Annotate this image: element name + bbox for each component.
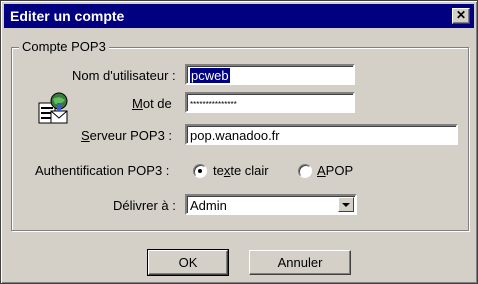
cancel-button[interactable]: Annuler xyxy=(249,250,351,275)
window-title: Editer un compte xyxy=(10,8,125,24)
server-value: pop.wanadoo.fr xyxy=(190,128,280,143)
password-label-rest: ot de xyxy=(142,96,172,111)
group-legend: Compte POP3 xyxy=(19,39,109,54)
close-button[interactable]: ✕ xyxy=(452,8,470,24)
password-label: Mot de xyxy=(132,96,172,111)
auth-label: Authentification POP3 : xyxy=(35,163,170,178)
edit-account-dialog: Editer un compte ✕ Compte POP3 Nom d'uti… xyxy=(0,0,478,284)
deliver-select[interactable]: Admin xyxy=(185,194,357,215)
ok-button[interactable]: OK xyxy=(147,249,229,276)
password-value: *************** xyxy=(190,100,237,109)
server-label: Serveur POP3 : xyxy=(81,128,173,143)
chevron-down-icon[interactable] xyxy=(338,197,354,212)
password-field[interactable]: *************** xyxy=(185,92,355,113)
radio-apop-label[interactable]: APOP xyxy=(317,163,353,178)
radio-selected-dot xyxy=(198,169,202,173)
username-field[interactable]: pcweb xyxy=(185,64,355,85)
close-icon: ✕ xyxy=(455,8,467,22)
radio-apop[interactable] xyxy=(298,164,312,178)
server-field[interactable]: pop.wanadoo.fr xyxy=(185,124,458,145)
account-mail-icon xyxy=(38,92,68,124)
radio-texte-clair-label[interactable]: texte clair xyxy=(213,163,269,178)
deliver-value: Admin xyxy=(190,198,227,213)
deliver-label: Délivrer à : xyxy=(113,198,176,213)
username-value: pcweb xyxy=(190,68,230,83)
radio-texte-clair[interactable] xyxy=(193,164,207,178)
username-label: Nom d'utilisateur : xyxy=(72,68,176,83)
title-bar: Editer un compte ✕ xyxy=(4,4,474,28)
